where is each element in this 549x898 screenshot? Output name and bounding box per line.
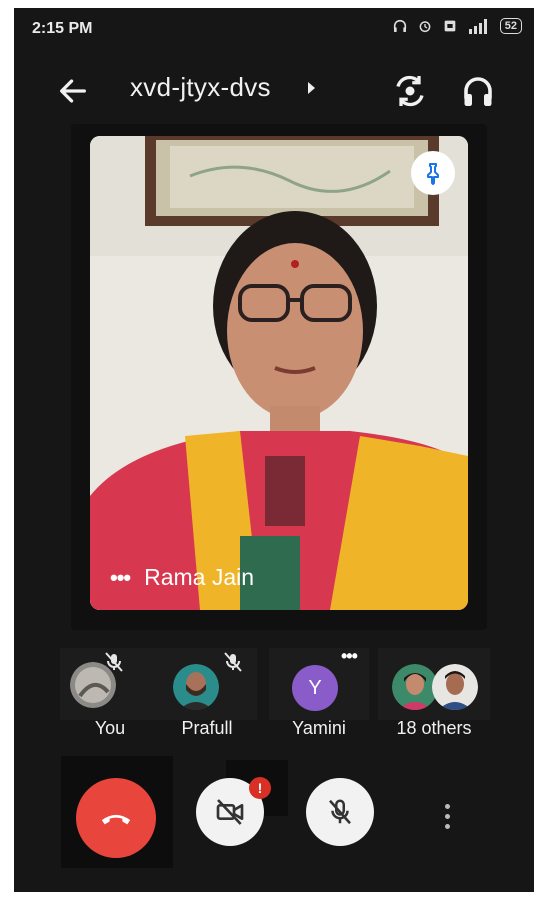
- back-arrow-icon[interactable]: [56, 74, 90, 108]
- camera-off-icon: [216, 799, 244, 825]
- participant-tile-others[interactable]: 18 others: [378, 648, 490, 738]
- speaker-label: ••• Rama Jain: [110, 564, 254, 591]
- alarm-icon: [419, 21, 431, 33]
- mic-off-icon: [224, 652, 242, 672]
- more-vert-icon: [444, 813, 450, 819]
- participant-tile-yamini[interactable]: Y ••• Yamini: [269, 646, 369, 738]
- participant-label: Prafull: [181, 718, 233, 738]
- speaker-name: Rama Jain: [144, 564, 255, 590]
- avatar: [173, 664, 219, 710]
- signal-icon: [468, 19, 487, 34]
- tile-options-icon[interactable]: •••: [341, 646, 358, 667]
- more-vert-icon: [444, 803, 450, 809]
- pin-icon: [427, 163, 439, 185]
- status-icons: 52: [392, 18, 522, 34]
- headphones-icon[interactable]: [460, 73, 496, 109]
- caret-right-icon[interactable]: [308, 82, 315, 94]
- sim-icon: [444, 20, 456, 32]
- meeting-header: xvd-jtyx-dvs: [14, 60, 534, 120]
- pin-button[interactable]: [411, 151, 455, 195]
- switch-camera-icon[interactable]: [392, 73, 428, 109]
- camera-alert-badge: !: [249, 777, 271, 799]
- participant-tile-you[interactable]: You: [60, 648, 160, 738]
- participant-label: 18 others: [396, 718, 472, 738]
- avatar: Y: [292, 665, 338, 711]
- status-bar: 2:15 PM 52: [14, 8, 534, 48]
- end-call-icon: [101, 814, 131, 825]
- meeting-code-title[interactable]: xvd-jtyx-dvs: [130, 72, 271, 103]
- participant-tile-prafull[interactable]: Prafull: [157, 648, 257, 738]
- mic-off-icon: [329, 799, 351, 825]
- speaker-video[interactable]: [90, 136, 468, 610]
- battery-icon: 52: [499, 18, 522, 34]
- status-time: 2:15 PM: [32, 20, 93, 37]
- headphones-status-icon: [393, 19, 406, 32]
- end-call-button[interactable]: [76, 778, 156, 858]
- phone-screen: 2:15 PM 52 xvd-jtyx-dvs ••• Rama Jain Yo…: [14, 8, 534, 892]
- speaker-options-icon[interactable]: •••: [110, 565, 131, 591]
- mic-off-icon: [105, 652, 123, 672]
- more-vert-icon: [444, 823, 450, 829]
- avatar: [432, 664, 478, 710]
- more-options-button[interactable]: [432, 796, 462, 836]
- mic-toggle-button[interactable]: [306, 778, 374, 846]
- participant-label: Yamini: [292, 718, 346, 738]
- participant-label: You: [94, 718, 126, 738]
- speaker-video-image: [90, 136, 468, 610]
